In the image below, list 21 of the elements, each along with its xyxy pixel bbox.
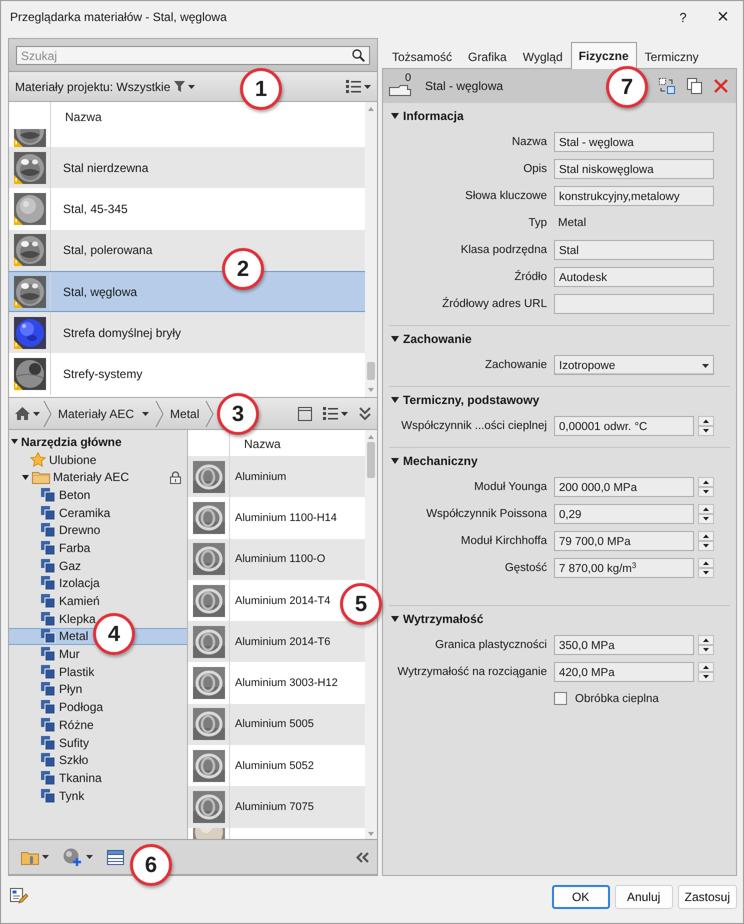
property-value: Metal (557, 216, 588, 228)
property-label: Nazwa (510, 136, 547, 148)
property-label: Współczynnik Poissona (425, 508, 547, 520)
count-label: 0 (405, 72, 412, 84)
checkbox-label: Obróbka cieplna (575, 692, 659, 704)
property-label: Moduł Kirchhoffa (460, 534, 547, 546)
window-title: Przeglądarka materiałów - Stal, węglowa (10, 10, 228, 24)
property-label: Źródło (513, 270, 547, 282)
property-label: Wytrzymałość na rozciąganie (396, 666, 547, 678)
property-label: Źródłowy adres URL (441, 298, 547, 310)
property-label: Klasa podrzędna (460, 244, 547, 256)
property-label: Słowa kluczowe (464, 190, 547, 202)
property-label: Typ (527, 216, 547, 228)
property-label: Moduł Younga (473, 480, 547, 492)
property-label: Zachowanie (484, 358, 547, 370)
material-name: Stal - węglowa (425, 79, 504, 93)
property-label: Współczynnik ...ości cieplnej (400, 420, 547, 432)
property-label: Gęstość (504, 562, 547, 574)
property-label: Granica plastyczności (434, 638, 547, 650)
filter-label: Materiały projektu: Wszystkie (15, 80, 170, 94)
property-label: Opis (522, 162, 547, 174)
